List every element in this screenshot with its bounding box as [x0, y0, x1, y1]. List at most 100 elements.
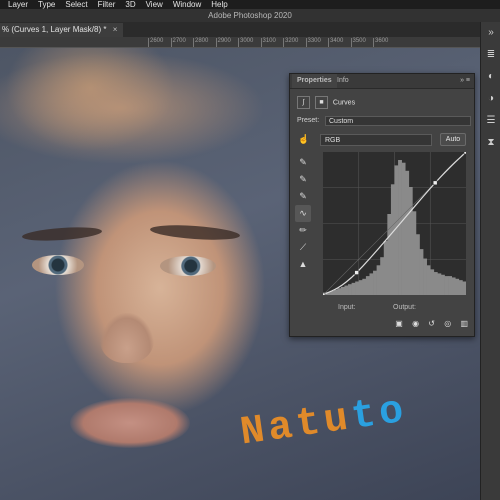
histogram-bin [337, 288, 342, 295]
curve-control-point [323, 292, 326, 295]
ruler-tick: 3300 [305, 38, 321, 47]
layers-icon[interactable]: ≣ [481, 44, 500, 66]
histogram-bin [387, 214, 392, 295]
preset-value: Custom [329, 118, 354, 125]
histogram-bin [462, 281, 466, 295]
menu-item-window[interactable]: Window [173, 0, 201, 9]
histogram-bin [333, 289, 338, 295]
ruler-tick: 3500 [350, 38, 366, 47]
document-tab-bar: % (Curves 1, Layer Mask/8) * × [0, 22, 480, 37]
view-previous-icon[interactable]: ◉ [412, 319, 419, 328]
ruler-tick: 3100 [260, 38, 276, 47]
lips [70, 398, 190, 448]
panel-collapse-icon[interactable]: » [481, 22, 500, 44]
right-panel-dock: » ≣ ◐ ◑ ☰ ⧗ [480, 22, 500, 500]
clipping-warning-icon[interactable]: ▲ [295, 256, 311, 273]
histogram-bin [348, 284, 352, 295]
curves-tool-column: ✎ ✎ ✎ ∿ ✏ ⟋ ▲ [295, 154, 311, 273]
ruler-tick: 3600 [372, 38, 389, 47]
curve-control-point [463, 152, 466, 155]
curve-control-point [354, 270, 359, 275]
histogram-bin [365, 276, 370, 295]
histogram-bin [458, 280, 463, 295]
horizontal-ruler: 2600 2700 2800 2900 3000 3100 3200 3300 3400 3500… [0, 37, 480, 48]
ruler-tick: 2900 [215, 38, 231, 47]
adjustment-header: ∫ ■ Curves [297, 96, 355, 110]
menu-item-help[interactable]: Help [211, 0, 227, 9]
watermark-part-1: Natu [237, 396, 355, 457]
pencil-icon[interactable]: ✏ [295, 222, 311, 239]
channel-value: RGB [325, 137, 341, 144]
watermark-logo: Natuto [238, 389, 411, 457]
channel-dropdown[interactable]: RGB [320, 134, 432, 146]
histogram-bin [362, 278, 367, 295]
menu-bar: Layer Type Select Filter 3D View Window Help [0, 0, 500, 9]
properties-icon[interactable]: ☰ [481, 110, 500, 132]
menu-item-type[interactable]: Type [38, 0, 55, 9]
curve-control-point [432, 180, 438, 186]
histogram-bin [369, 273, 374, 295]
smooth-icon[interactable]: ⟋ [295, 239, 311, 256]
on-image-adjust-icon[interactable]: ☝ [298, 134, 309, 145]
menu-item-layer[interactable]: Layer [8, 0, 28, 9]
tab-info[interactable]: Info [332, 74, 354, 88]
histogram-bin [440, 274, 445, 295]
left-eye [32, 255, 84, 275]
auto-button[interactable]: Auto [440, 133, 466, 146]
ruler-tick: 2700 [170, 38, 186, 47]
black-eyedropper-icon[interactable]: ✎ [295, 154, 311, 171]
nose [100, 313, 154, 363]
histogram-bin [433, 272, 438, 295]
document-tab[interactable]: % (Curves 1, Layer Mask/8) * × [0, 23, 124, 37]
preset-label: Preset: [297, 117, 320, 124]
menu-item-select[interactable]: Select [65, 0, 87, 9]
tab-properties[interactable]: Properties [292, 74, 337, 88]
delete-icon[interactable]: ▥ [460, 319, 468, 328]
watermark-part-2: to [348, 388, 411, 441]
panel-menu-icon[interactable]: » ≡ [460, 74, 470, 88]
histogram-bin [419, 249, 424, 295]
preset-dropdown[interactable]: Custom [325, 116, 471, 126]
channels-icon[interactable]: ◐ [481, 66, 500, 88]
menu-item-filter[interactable]: Filter [98, 0, 116, 9]
preset-row: Preset: Custom [297, 116, 471, 126]
histogram [323, 160, 466, 295]
app-title: Adobe Photoshop 2020 [0, 9, 500, 22]
menu-item-view[interactable]: View [146, 0, 163, 9]
histogram-bin [380, 257, 385, 295]
histogram-bin [351, 282, 356, 295]
history-icon[interactable]: ⧗ [481, 132, 500, 154]
right-eyebrow [149, 222, 241, 243]
curve-points-icon[interactable]: ∿ [295, 205, 311, 222]
output-label: Output: [393, 304, 416, 311]
menu-item-3d[interactable]: 3D [125, 0, 135, 9]
clip-to-layer-icon[interactable]: ▣ [395, 319, 403, 328]
histogram-bin [373, 270, 377, 295]
histogram-bin [412, 211, 417, 295]
histogram-bin [383, 241, 388, 295]
adjustment-name: Curves [332, 99, 356, 107]
panel-bottom-actions: ▣ ◉ ↺ ◎ ▥ [388, 319, 468, 328]
close-tab-icon[interactable]: × [113, 25, 118, 34]
histogram-bin [340, 286, 345, 295]
visibility-icon[interactable]: ◎ [444, 319, 451, 328]
properties-panel-tabs: Properties Info » ≡ [290, 74, 474, 89]
reset-icon[interactable]: ↺ [428, 319, 435, 328]
input-label: Input: [338, 304, 356, 311]
histogram-bin [390, 184, 395, 295]
ruler-tick: 2800 [192, 38, 209, 47]
right-eye [160, 256, 216, 276]
histogram-bin [448, 276, 452, 295]
histogram-bin [355, 281, 360, 295]
gray-eyedropper-icon[interactable]: ✎ [295, 171, 311, 188]
curves-graph[interactable] [323, 152, 466, 295]
adjustments-icon[interactable]: ◑ [481, 88, 500, 110]
white-eyedropper-icon[interactable]: ✎ [295, 188, 311, 205]
layer-mask-icon[interactable]: ■ [314, 96, 328, 109]
histogram-bin [437, 273, 442, 295]
histogram-bin [344, 285, 349, 295]
properties-panel: Properties Info » ≡ ∫ ■ Curves Preset: C… [289, 73, 475, 337]
histogram-bin [401, 162, 406, 295]
ruler-tick: 3400 [327, 38, 344, 47]
histogram-bin [398, 160, 402, 295]
